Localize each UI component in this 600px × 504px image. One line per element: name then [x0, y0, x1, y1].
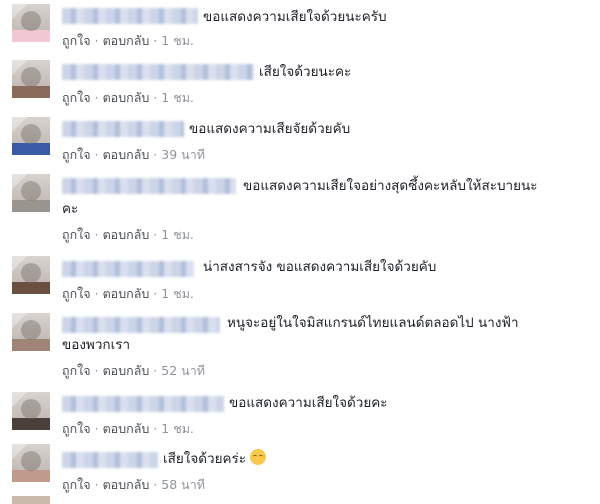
comment-actions: ถูกใจ · ตอบกลับ · 1 ชม.: [62, 90, 194, 105]
comment-actions: ถูกใจ · ตอบกลับ · 1 ชม.: [62, 227, 194, 242]
avatar[interactable]: [12, 496, 50, 504]
comment-actions: ถูกใจ · ตอบกลับ · 1 ชม.: [62, 286, 194, 301]
like-link[interactable]: ถูกใจ: [62, 421, 91, 436]
comment-text: น่าสงสารจัง ขอแสดงความเสียใจด้วยคับ: [203, 259, 437, 275]
avatar[interactable]: [12, 444, 50, 482]
commenter-name[interactable]: [62, 178, 236, 194]
comment-text: ขอแสดงความเสียจัยด้วยคับ: [189, 121, 351, 137]
comment-time[interactable]: 39 นาที: [161, 147, 205, 162]
pensive-face-emoji-icon: [250, 449, 267, 465]
comment-text-body: เสียใจด้วยคร่ะ: [163, 451, 247, 467]
comment-text-continued: ของพวกเรา: [62, 337, 131, 353]
like-link[interactable]: ถูกใจ: [62, 286, 91, 301]
reply-link[interactable]: ตอบกลับ: [103, 421, 150, 436]
comment-text: ขอแสดงความเสียใจด้วยคะ: [229, 395, 388, 411]
comment-text: หนูจะอยู่ในใจมิสแกรนด์ไทยแลนด์ตลอดไป นาง…: [227, 315, 519, 331]
comment-actions: ถูกใจ · ตอบกลับ · 39 นาที: [62, 147, 205, 162]
like-link[interactable]: ถูกใจ: [62, 227, 91, 242]
avatar[interactable]: [12, 392, 50, 430]
comment-actions: ถูกใจ · ตอบกลับ · 58 นาที: [62, 477, 205, 492]
commenter-name[interactable]: [62, 121, 184, 137]
avatar[interactable]: [12, 60, 50, 98]
reply-link[interactable]: ตอบกลับ: [103, 33, 150, 48]
commenter-name[interactable]: [62, 317, 220, 333]
like-link[interactable]: ถูกใจ: [62, 33, 91, 48]
reply-link[interactable]: ตอบกลับ: [103, 363, 150, 378]
comment-text: ขอแสดงความเสียใจอย่างสุดซึ้งคะหลับให้สะบ…: [243, 178, 538, 194]
comment-time[interactable]: 58 นาที: [161, 477, 205, 492]
reply-link[interactable]: ตอบกลับ: [103, 227, 150, 242]
comment-text: เสียใจด้วยคร่ะ: [163, 448, 267, 470]
like-link[interactable]: ถูกใจ: [62, 90, 91, 105]
commenter-name[interactable]: [62, 64, 254, 80]
avatar[interactable]: [12, 117, 50, 155]
comment-text: ขอแสดงความเสียใจด้วยนะครับ: [203, 9, 387, 25]
reply-link[interactable]: ตอบกลับ: [103, 286, 150, 301]
commenter-name[interactable]: [62, 396, 224, 412]
avatar[interactable]: [12, 174, 50, 212]
comment-time[interactable]: 1 ชม.: [161, 421, 194, 436]
reply-link[interactable]: ตอบกลับ: [103, 147, 150, 162]
comment-time[interactable]: 1 ชม.: [161, 90, 194, 105]
avatar[interactable]: [12, 313, 50, 351]
like-link[interactable]: ถูกใจ: [62, 363, 91, 378]
comment-time[interactable]: 1 ชม.: [161, 33, 194, 48]
like-link[interactable]: ถูกใจ: [62, 147, 91, 162]
comment-actions: ถูกใจ · ตอบกลับ · 1 ชม.: [62, 33, 194, 48]
comment-time[interactable]: 1 ชม.: [161, 286, 194, 301]
comment-text-continued: คะ: [62, 201, 79, 217]
avatar[interactable]: [12, 4, 50, 42]
avatar[interactable]: [12, 256, 50, 294]
commenter-name[interactable]: [62, 261, 194, 277]
commenter-name[interactable]: [62, 452, 158, 468]
comment-actions: ถูกใจ · ตอบกลับ · 1 ชม.: [62, 421, 194, 436]
comment-text: เสียใจด้วยนะคะ: [259, 64, 352, 80]
comment-actions: ถูกใจ · ตอบกลับ · 52 นาที: [62, 363, 205, 378]
commenter-name[interactable]: [62, 8, 198, 24]
comment-time[interactable]: 1 ชม.: [161, 227, 194, 242]
reply-link[interactable]: ตอบกลับ: [103, 90, 150, 105]
reply-link[interactable]: ตอบกลับ: [103, 477, 150, 492]
like-link[interactable]: ถูกใจ: [62, 477, 91, 492]
comment-time[interactable]: 52 นาที: [161, 363, 205, 378]
